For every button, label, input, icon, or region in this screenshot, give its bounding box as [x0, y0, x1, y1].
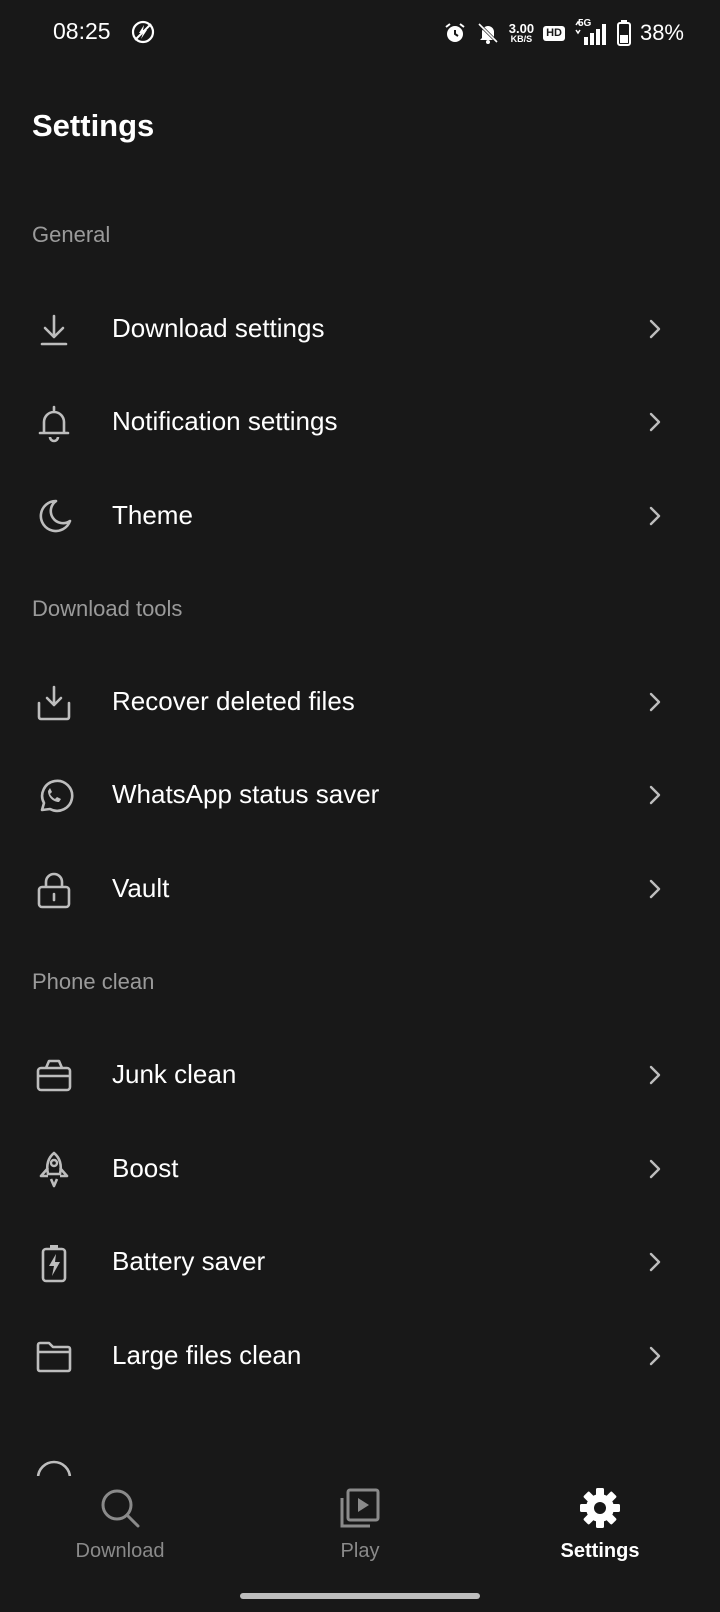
chevron-right-icon — [649, 1346, 661, 1366]
nav-label-play: Play — [340, 1540, 380, 1562]
download-icon — [40, 314, 68, 346]
section-header-download-tools: Download tools — [32, 596, 183, 621]
partial-item-icon — [36, 1460, 72, 1478]
settings-item-label: Junk clean — [112, 1059, 237, 1089]
settings-item-label: Battery saver — [112, 1246, 266, 1276]
chevron-right-icon — [649, 785, 661, 805]
moon-icon — [39, 499, 72, 533]
chevron-right-icon — [649, 506, 661, 526]
nav-tab-play[interactable]: Play — [270, 1486, 450, 1586]
settings-item-whatsapp-status-saver[interactable]: WhatsApp status saver — [0, 749, 720, 841]
settings-item-label: Download settings — [112, 313, 325, 343]
battery-percent: 38% — [639, 20, 684, 45]
network-type: 5G — [577, 18, 592, 29]
nav-tab-download[interactable]: Download — [30, 1486, 210, 1586]
settings-item-recover-deleted-files[interactable]: Recover deleted files — [0, 656, 720, 748]
chevron-right-icon — [649, 692, 661, 712]
chevron-right-icon — [649, 1159, 661, 1179]
status-time: 08:25 — [53, 18, 111, 44]
hd-badge: HD — [543, 25, 565, 41]
signal-indicator: 5G — [574, 18, 608, 45]
settings-item-label: Large files clean — [112, 1340, 302, 1370]
settings-item-notification-settings[interactable]: Notification settings — [0, 376, 720, 468]
chevron-right-icon — [649, 1252, 661, 1272]
gear-icon — [580, 1488, 620, 1528]
status-bar: 08:25 3.00 KB/S HD 5G 38% — [0, 0, 720, 66]
search-icon — [101, 1489, 140, 1528]
settings-item-label: Vault — [112, 873, 170, 903]
chevron-right-icon — [649, 1065, 661, 1085]
battery-bolt-icon — [41, 1245, 67, 1283]
junk-basket-icon — [36, 1059, 72, 1092]
lock-icon — [37, 872, 71, 909]
section-header-phone-clean: Phone clean — [32, 969, 155, 994]
recover-download-icon — [37, 685, 71, 721]
settings-item-vault[interactable]: Vault — [0, 843, 720, 935]
net-speed: 3.00 KB/S — [509, 22, 534, 44]
settings-item-large-files-clean[interactable]: Large files clean — [0, 1310, 720, 1402]
chevron-right-icon — [649, 879, 661, 899]
settings-item-junk-clean[interactable]: Junk clean — [0, 1029, 720, 1121]
no-data-icon — [131, 20, 155, 44]
section-header-general: General — [32, 222, 111, 247]
chevron-right-icon — [649, 412, 661, 432]
settings-item-theme[interactable]: Theme — [0, 470, 720, 562]
settings-item-download-settings[interactable]: Download settings — [0, 283, 720, 375]
net-speed-unit: KB/S — [510, 34, 533, 44]
settings-item-label: Theme — [112, 500, 193, 530]
nav-label-download: Download — [75, 1540, 165, 1562]
bell-muted-icon — [477, 22, 498, 44]
whatsapp-icon — [40, 779, 74, 813]
rocket-icon — [39, 1151, 69, 1188]
settings-item-battery-saver[interactable]: Battery saver — [0, 1216, 720, 1308]
nav-tab-settings[interactable]: Settings — [510, 1486, 690, 1586]
alarm-icon — [445, 23, 465, 42]
home-indicator[interactable] — [240, 1593, 480, 1599]
bell-icon — [38, 405, 70, 443]
chevron-right-icon — [649, 319, 661, 339]
play-library-icon — [340, 1488, 380, 1528]
settings-item-label: WhatsApp status saver — [112, 779, 380, 809]
status-icons: 3.00 KB/S HD 5G 38% — [443, 18, 684, 48]
settings-item-boost[interactable]: Boost — [0, 1123, 720, 1215]
folder-icon — [36, 1341, 72, 1373]
battery-icon — [616, 20, 631, 46]
settings-item-label: Boost — [112, 1153, 179, 1183]
nav-label-settings: Settings — [560, 1540, 640, 1562]
page-title: Settings — [32, 108, 155, 143]
bottom-nav: Download Play Settings — [0, 1476, 720, 1612]
settings-item-label: Recover deleted files — [112, 686, 355, 716]
settings-item-label: Notification settings — [112, 406, 338, 436]
